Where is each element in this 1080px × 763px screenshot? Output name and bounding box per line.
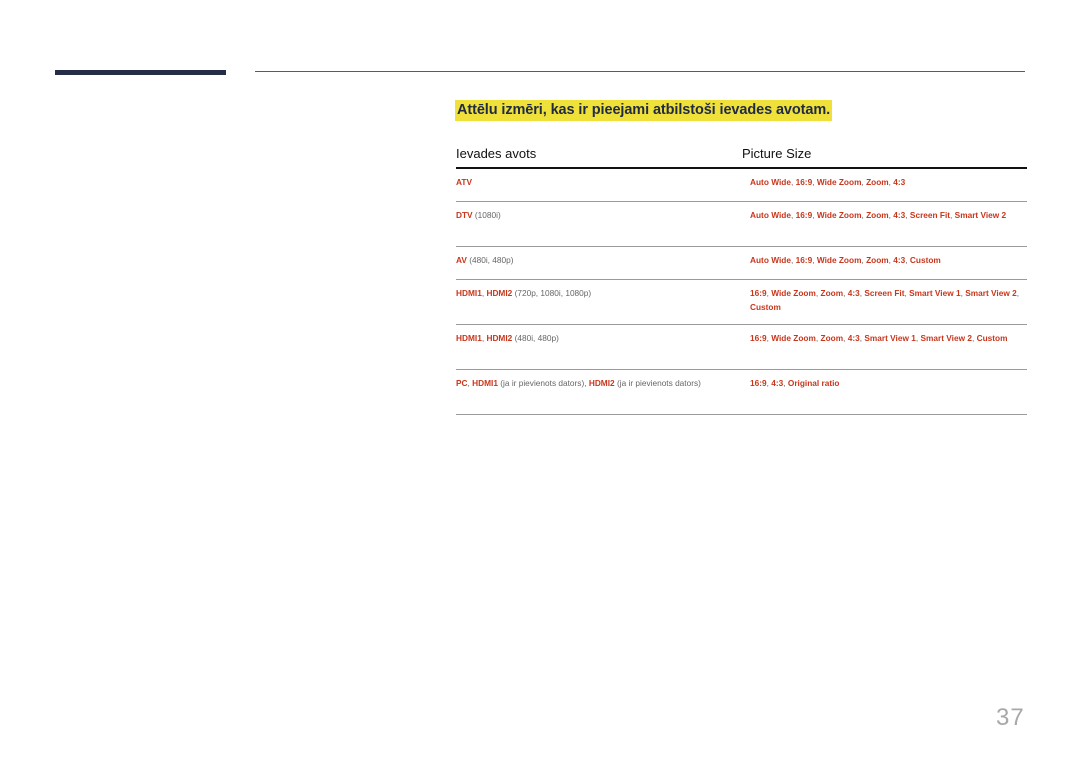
picture-size-option: Zoom [820, 288, 844, 298]
picture-size-option: Screen Fit [864, 288, 905, 298]
table-body: ATV Auto Wide, 16:9, Wide Zoom, Zoom, 4:3… [456, 169, 1027, 415]
source-detail: (1080i) [472, 210, 501, 220]
source-name: HDMI1 [456, 333, 482, 343]
picture-size-option: Smart View 1 [864, 333, 916, 343]
picture-size-cell: Auto Wide, 16:9, Wide Zoom, Zoom, 4:3 [750, 177, 906, 187]
table-row: PC, HDMI1 (ja ir pievienots dators), HDM… [456, 370, 1027, 415]
source-name: DTV [456, 210, 473, 220]
source-detail: (ja ir pievienots dators) [614, 378, 701, 388]
picture-size-option: Wide Zoom [771, 333, 816, 343]
table-header: Ievades avots Picture Size [456, 140, 1027, 169]
picture-size-option: 16:9 [795, 210, 813, 220]
picture-size-option: Wide Zoom [816, 210, 862, 220]
picture-size-option: 16:9 [750, 288, 767, 298]
source-name: HDMI1 [472, 378, 498, 388]
picture-size-cell: Auto Wide, 16:9, Wide Zoom, Zoom, 4:3, S… [750, 210, 1007, 220]
picture-size-cell: 16:9, Wide Zoom, Zoom, 4:3, Smart View 1… [750, 333, 1008, 343]
picture-size-option: Auto Wide [750, 255, 791, 265]
source-detail: (ja ir pievienots dators), [497, 378, 589, 388]
picture-size-option: 4:3 [771, 378, 784, 388]
picture-size-option: 16:9 [750, 333, 767, 343]
picture-size-option: 4:3 [893, 255, 906, 265]
table-row: AV (480i, 480p) Auto Wide, 16:9, Wide Zoo… [456, 247, 1027, 280]
picture-size-option: Original ratio [787, 378, 840, 388]
source-detail: (480i, 480p) [512, 333, 559, 343]
picture-size-table: Ievades avots Picture Size ATV Auto Wide,… [456, 140, 1027, 415]
picture-size-option: Zoom [820, 333, 844, 343]
source-detail: (720p, 1080i, 1080p) [512, 288, 592, 298]
picture-size-option: Auto Wide [750, 210, 791, 220]
picture-size-option: Wide Zoom [816, 177, 862, 187]
table-row: ATV Auto Wide, 16:9, Wide Zoom, Zoom, 4:3 [456, 169, 1027, 202]
picture-size-cell: Auto Wide, 16:9, Wide Zoom, Zoom, 4:3, C… [750, 255, 941, 265]
table-row: HDMI1, HDMI2 (480i, 480p) 16:9, Wide Zoom… [456, 325, 1027, 370]
source-name: ATV [456, 177, 472, 187]
input-source-cell: DTV (1080i) [456, 208, 742, 246]
source-name: HDMI2 [486, 333, 513, 343]
source-name: PC [456, 378, 468, 388]
picture-size-option: Zoom [866, 177, 889, 187]
input-source-cell: HDMI1, HDMI2 (720p, 1080i, 1080p) [456, 286, 742, 324]
picture-size-option: 16:9 [795, 255, 813, 265]
picture-size-option: 4:3 [893, 210, 906, 220]
input-source-cell: ATV [456, 175, 742, 201]
input-source-cell: HDMI1, HDMI2 (480i, 480p) [456, 331, 742, 369]
picture-size-option: Custom [976, 333, 1008, 343]
picture-size-option: 4:3 [893, 177, 906, 187]
picture-size-option: Screen Fit [909, 210, 951, 220]
picture-size-option: 16:9 [750, 378, 767, 388]
picture-size-cell: 16:9, Wide Zoom, Zoom, 4:3, Screen Fit, … [750, 288, 1020, 312]
section-title: Attēlu izmēri, kas ir pieejami atbilstoš… [455, 100, 833, 121]
input-source-cell: PC, HDMI1 (ja ir pievienots dators), HDM… [456, 376, 742, 414]
picture-size-option: 4:3 [847, 288, 860, 298]
source-name: AV [456, 255, 467, 265]
header-rule [255, 71, 1025, 72]
picture-size-option: 4:3 [847, 333, 860, 343]
picture-size-option: Smart View 2 [965, 288, 1017, 298]
picture-size-option: Zoom [866, 210, 889, 220]
table-row: HDMI1, HDMI2 (720p, 1080i, 1080p) 16:9, W… [456, 280, 1027, 325]
picture-size-option: Custom [750, 302, 781, 312]
header-picture-size: Picture Size [742, 146, 812, 161]
source-detail: (480i, 480p) [466, 255, 514, 265]
input-source-cell: AV (480i, 480p) [456, 253, 742, 279]
header-input-source: Ievades avots [456, 146, 537, 161]
picture-size-option: Zoom [866, 255, 889, 265]
source-name: HDMI2 [588, 378, 615, 388]
picture-size-option: Smart View 2 [954, 210, 1007, 220]
source-name: HDMI1 [456, 288, 482, 298]
header-accent-bar [55, 70, 226, 75]
picture-size-option: Wide Zoom [816, 255, 862, 265]
page-number: 37 [996, 704, 1025, 731]
picture-size-cell: 16:9, 4:3, Original ratio [750, 378, 840, 388]
source-name: HDMI2 [486, 288, 513, 298]
picture-size-option: Custom [909, 255, 941, 265]
table-row: DTV (1080i) Auto Wide, 16:9, Wide Zoom, Z… [456, 202, 1027, 247]
picture-size-option: Smart View 1 [909, 288, 961, 298]
picture-size-option: Smart View 2 [920, 333, 972, 343]
picture-size-option: 16:9 [795, 177, 813, 187]
picture-size-option: Auto Wide [750, 177, 791, 187]
picture-size-option: Wide Zoom [771, 288, 816, 298]
